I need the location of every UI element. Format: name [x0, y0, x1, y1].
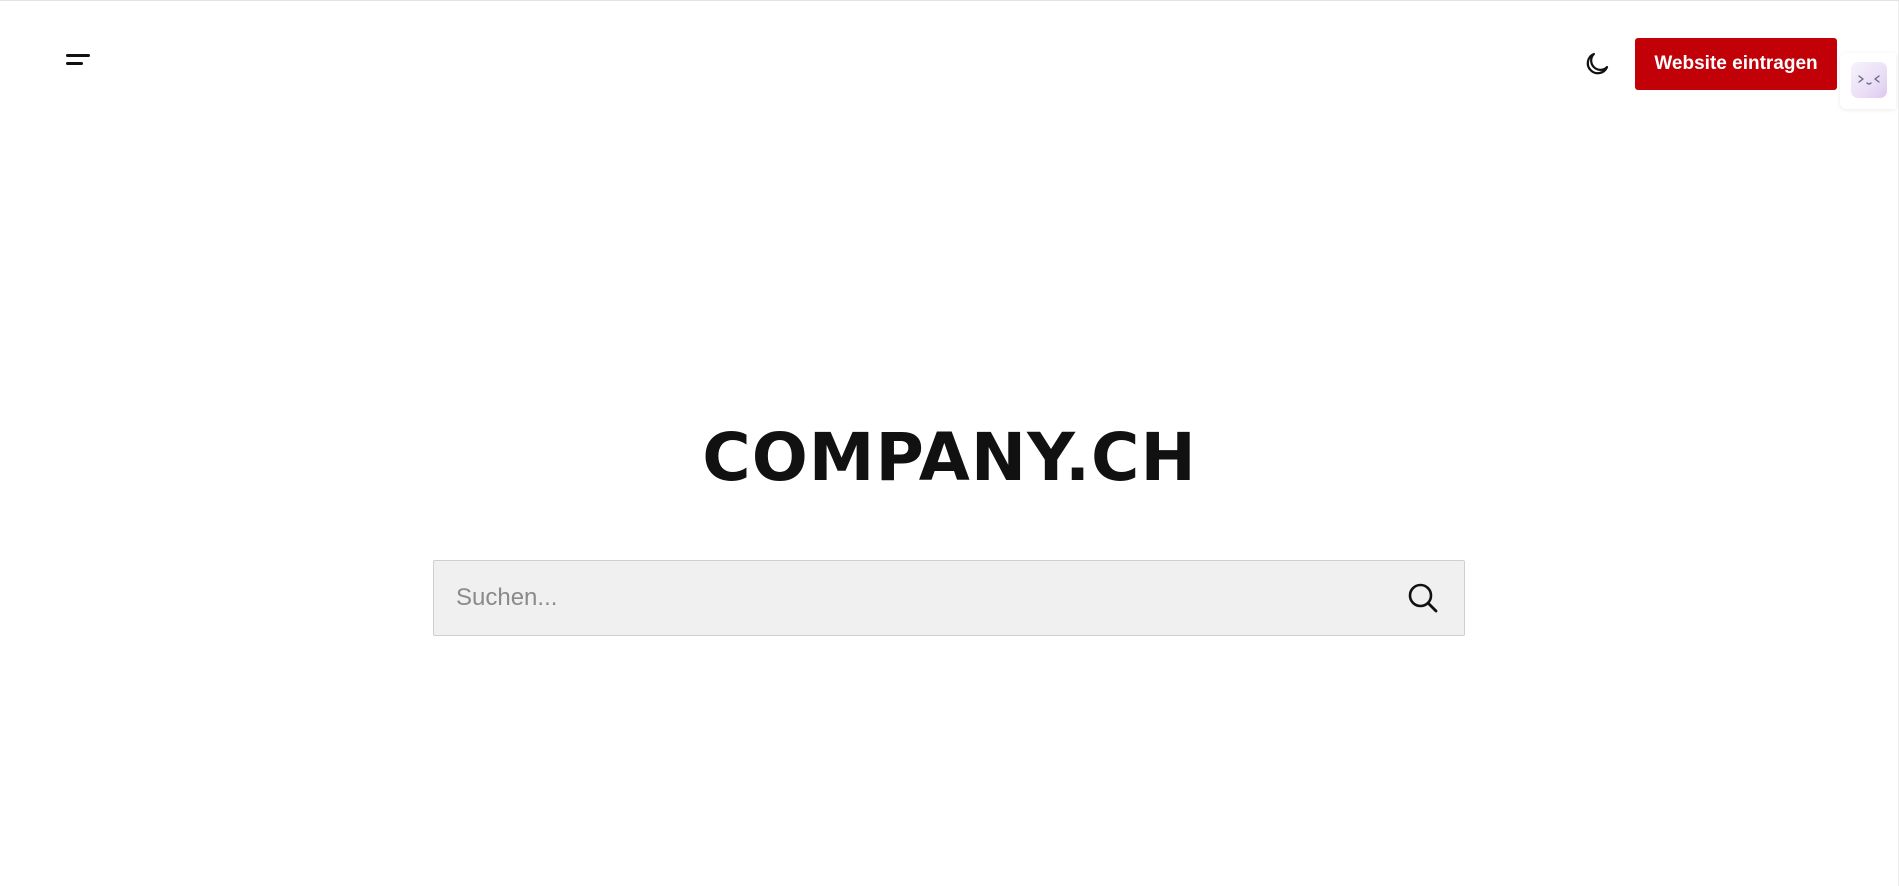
theme-toggle-button[interactable] [1582, 49, 1612, 79]
chat-face-icon [1851, 62, 1887, 98]
search-button[interactable] [1406, 581, 1440, 615]
search-input[interactable] [434, 561, 1374, 635]
search-icon [1408, 583, 1438, 613]
site-logo[interactable]: COMPANY.CH [0, 419, 1899, 496]
search-bar [433, 560, 1465, 636]
moon-icon [1586, 52, 1609, 75]
page: Website eintragen COMPANY.CH [0, 0, 1899, 886]
add-website-button[interactable]: Website eintragen [1635, 38, 1837, 90]
chat-widget[interactable] [1840, 53, 1896, 109]
menu-button[interactable] [62, 49, 94, 73]
